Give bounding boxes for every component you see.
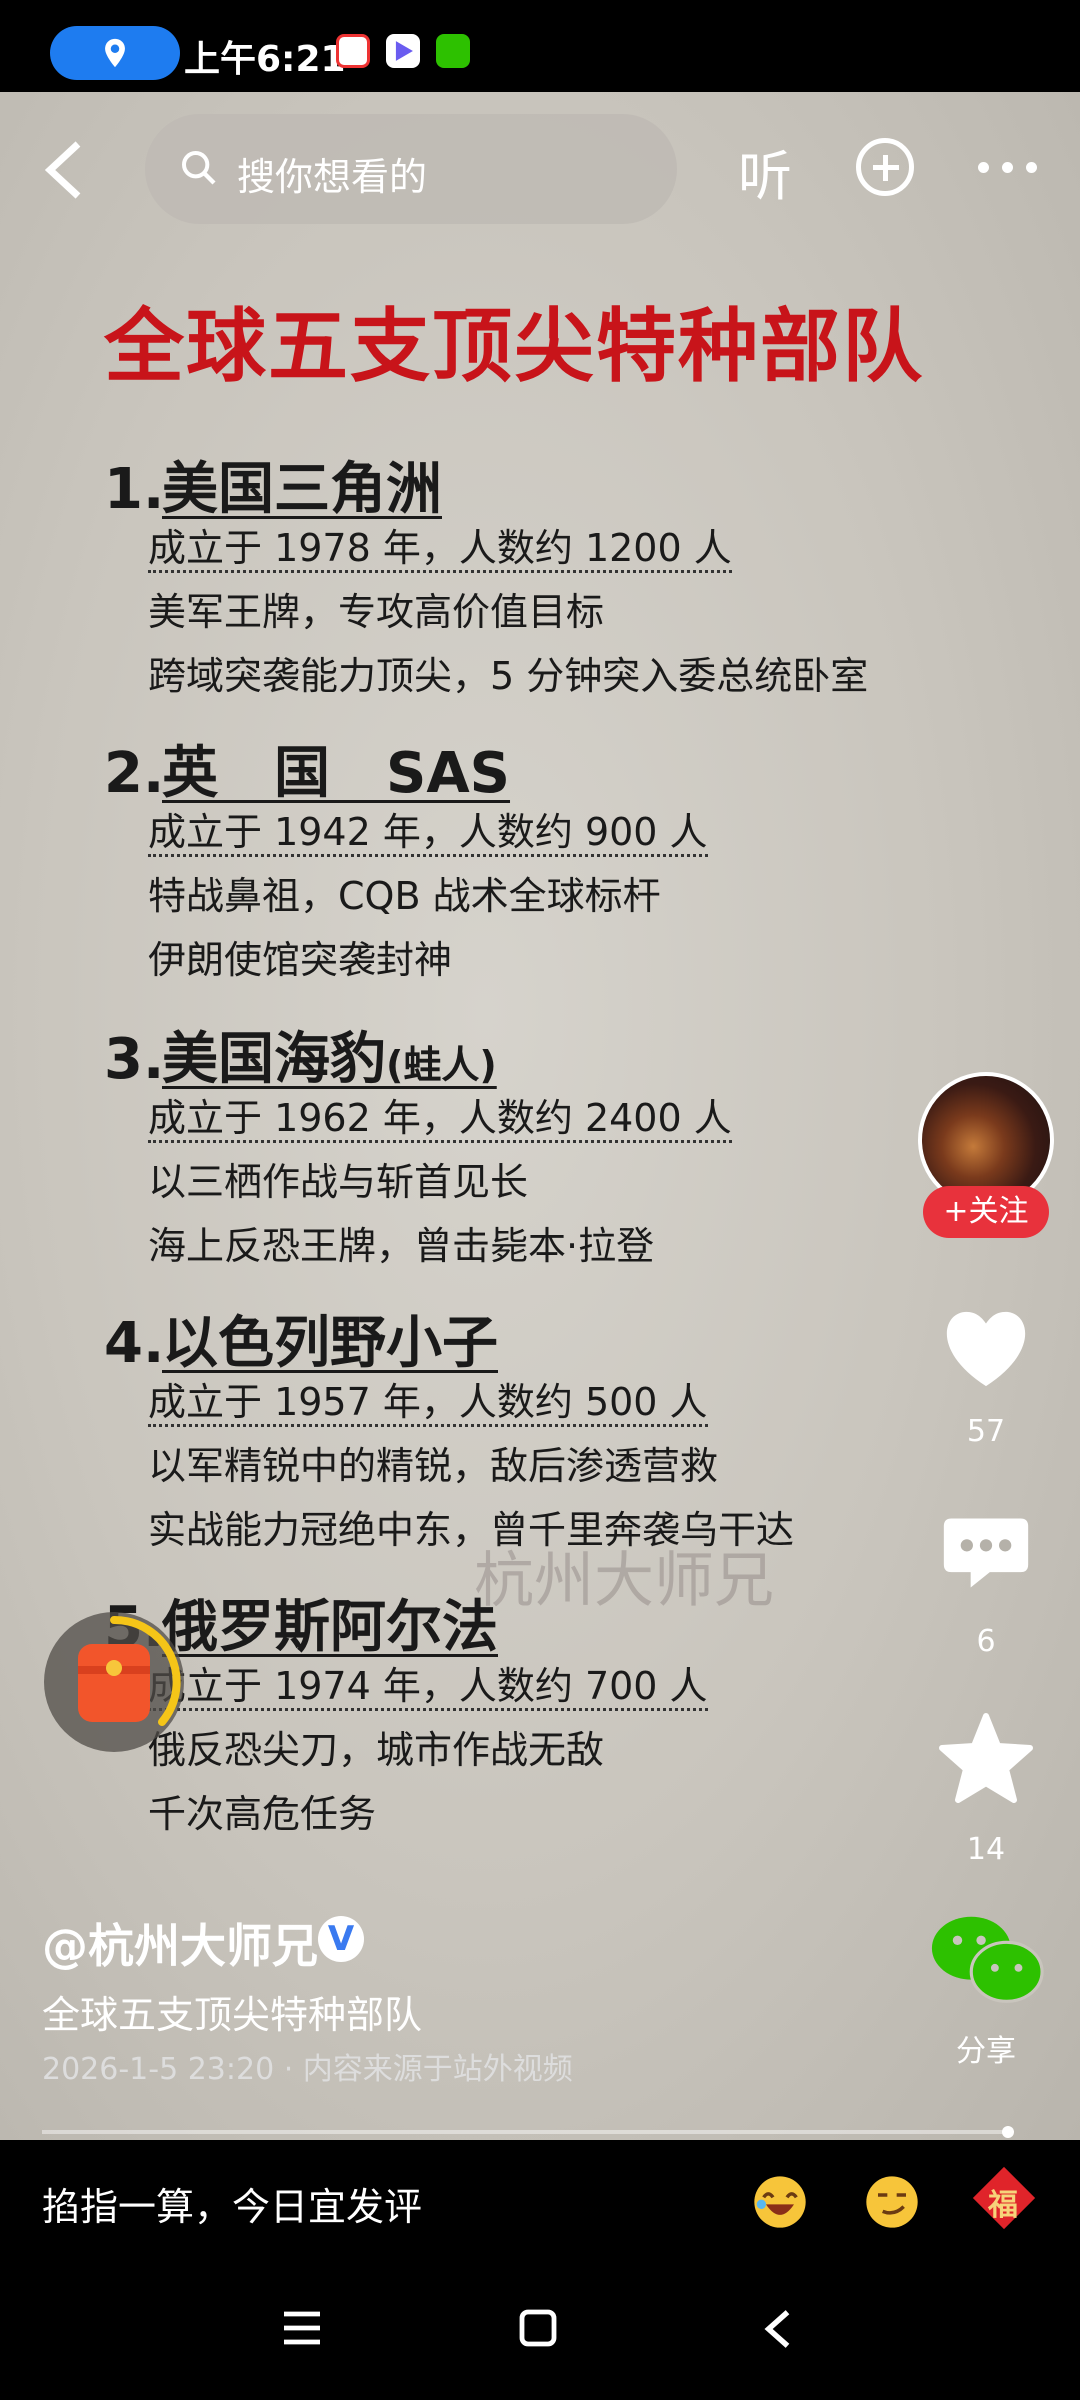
smirk-emoji-icon[interactable]	[864, 2174, 920, 2230]
share-label[interactable]: 分享	[926, 2026, 1046, 2070]
video-stage[interactable]: 搜你想看的 听 全球五支顶尖特种部队 1.美国三角洲 成立于 1978 年，人数…	[0, 92, 1080, 2140]
laughing-emoji-icon[interactable]	[752, 2174, 808, 2230]
poster-section: 2.英 国 SAS 成立于 1942 年，人数约 900 人 特战鼻祖，CQB …	[104, 728, 708, 992]
section-line: 成立于 1942 年，人数约 900 人	[104, 800, 708, 864]
section-line: 伊朗使馆突袭封神	[148, 938, 453, 982]
status-time: 上午6:21	[184, 39, 346, 80]
add-icon[interactable]	[856, 138, 914, 196]
section-line: 美军王牌，专攻高价值目标	[148, 590, 605, 634]
video-meta: 2026-1-5 23:20 · 内容来源于站外视频	[42, 2052, 573, 2087]
search-placeholder: 搜你想看的	[237, 155, 428, 199]
favorite-count: 14	[966, 1832, 1006, 1867]
wechat-share-icon[interactable]	[928, 1912, 1046, 2008]
author-name[interactable]: @杭州大师兄	[42, 1910, 318, 1976]
nav-back-icon[interactable]	[760, 2308, 794, 2350]
section-heading: 4.以色列野小子	[104, 1298, 794, 1376]
section-number: 2.	[104, 741, 165, 806]
comment-count: 6	[976, 1624, 996, 1659]
more-icon[interactable]	[978, 162, 1038, 174]
section-number: 4.	[104, 1311, 165, 1376]
section-line: 成立于 1978 年，人数约 1200 人	[104, 516, 868, 580]
section-line-text: 成立于 1957 年，人数约 500 人	[148, 1380, 708, 1427]
section-number: 3.	[104, 1027, 165, 1092]
section-line: 跨域突袭能力顶尖，5 分钟突入委总统卧室	[148, 654, 869, 698]
section-number: 1.	[104, 457, 165, 522]
section-line: 成立于 1962 年，人数约 2400 人	[104, 1086, 732, 1150]
listen-button[interactable]: 听	[738, 132, 792, 211]
comment-icon[interactable]	[940, 1510, 1032, 1596]
menu-icon[interactable]	[282, 2310, 322, 2346]
top-bar: 搜你想看的 听	[0, 92, 1080, 242]
section-name: 以色列野小子	[162, 1311, 498, 1376]
comment-bar: 掐指一算，今日宜发评 福	[0, 2140, 1080, 2264]
home-icon[interactable]	[518, 2308, 558, 2348]
status-bar: 上午6:21	[0, 0, 1080, 92]
section-name-suffix: (蛙人)	[386, 1043, 497, 1087]
section-name: 美国海豹(蛙人)	[162, 1027, 497, 1092]
section-line: 以军精锐中的精锐，敌后渗透营救	[148, 1444, 719, 1488]
section-line-text: 成立于 1978 年，人数约 1200 人	[148, 526, 732, 573]
poster-section: 3.美国海豹(蛙人) 成立于 1962 年，人数约 2400 人 以三栖作战与斩…	[104, 1014, 732, 1278]
poster-title: 全球五支顶尖特种部队	[104, 300, 924, 393]
back-icon[interactable]	[38, 140, 90, 200]
notification-app-icon	[336, 34, 370, 68]
search-icon	[182, 151, 216, 185]
video-description: 全球五支顶尖特种部队	[42, 1993, 423, 2037]
red-packet-icon	[78, 1644, 150, 1722]
section-line: 特战鼻祖，CQB 战术全球标杆	[148, 874, 661, 918]
section-line: 成立于 1974 年，人数约 700 人	[104, 1654, 708, 1718]
section-line-text: 成立于 1962 年，人数约 2400 人	[148, 1096, 732, 1143]
section-line-text: 成立于 1974 年，人数约 700 人	[148, 1664, 708, 1711]
section-line: 以三栖作战与斩首见长	[148, 1160, 529, 1204]
heart-icon[interactable]	[938, 1304, 1034, 1390]
like-count: 57	[966, 1414, 1006, 1449]
poster-section: 4.以色列野小子 成立于 1957 年，人数约 500 人 以军精锐中的精锐，敌…	[104, 1298, 794, 1562]
section-line: 俄反恐尖刀，城市作战无敌	[148, 1728, 605, 1772]
section-line: 成立于 1957 年，人数约 500 人	[104, 1370, 794, 1434]
play-store-icon	[386, 34, 420, 68]
section-name: 俄罗斯阿尔法	[162, 1595, 498, 1660]
watermark: 杭州大师兄	[474, 1546, 774, 1616]
poster-section: 1.美国三角洲 成立于 1978 年，人数约 1200 人 美军王牌，专攻高价值…	[104, 444, 868, 708]
section-heading: 1.美国三角洲	[104, 444, 868, 522]
progress-handle[interactable]	[1002, 2126, 1014, 2138]
comment-input[interactable]: 掐指一算，今日宜发评	[42, 2176, 422, 2231]
section-heading: 3.美国海豹(蛙人)	[104, 1014, 732, 1092]
navigation-bar	[0, 2264, 1080, 2400]
section-name: 英 国 SAS	[162, 741, 511, 806]
search-bar[interactable]: 搜你想看的	[145, 114, 677, 224]
verified-badge-icon: V	[318, 1916, 364, 1962]
video-progress-bar[interactable]	[42, 2126, 1014, 2138]
location-pin-icon	[105, 38, 125, 68]
location-pill[interactable]	[50, 26, 180, 80]
star-icon[interactable]	[938, 1712, 1034, 1804]
section-line: 千次高危任务	[148, 1792, 377, 1836]
wechat-icon	[436, 34, 470, 68]
fu-sticker-label: 福	[988, 2188, 1018, 2223]
red-packet-button[interactable]	[44, 1612, 184, 1752]
section-heading: 2.英 国 SAS	[104, 728, 708, 806]
section-name: 美国三角洲	[162, 457, 442, 522]
follow-button[interactable]: +关注	[923, 1186, 1049, 1238]
section-line: 海上反恐王牌，曾击毙本·拉登	[148, 1224, 655, 1268]
poster-section: 5.俄罗斯阿尔法 成立于 1974 年，人数约 700 人 俄反恐尖刀，城市作战…	[104, 1582, 708, 1846]
section-line-text: 成立于 1942 年，人数约 900 人	[148, 810, 708, 857]
section-name-text: 美国海豹	[162, 1027, 386, 1092]
